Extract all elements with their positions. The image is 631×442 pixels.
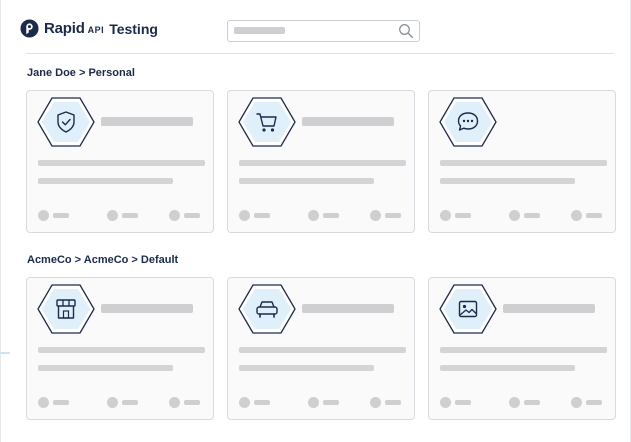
- card-stat: [239, 397, 270, 408]
- card-stat: [440, 210, 471, 221]
- card-line-skeleton: [38, 178, 173, 184]
- card-stat: [370, 397, 401, 408]
- card-title-skeleton: [101, 117, 193, 126]
- search-input[interactable]: [227, 20, 420, 42]
- card-line-skeleton: [440, 347, 607, 353]
- workspace-path-acmeco: AcmeCo > AcmeCo > Default: [27, 254, 179, 266]
- brand-rapid-text: Rapid: [44, 20, 85, 37]
- chat-bubble-icon: [439, 97, 497, 147]
- project-card[interactable]: [26, 277, 214, 420]
- search-icon[interactable]: [398, 23, 414, 39]
- brand-api-text: API: [87, 25, 105, 35]
- card-line-skeleton: [239, 160, 406, 166]
- card-line-skeleton: [239, 178, 374, 184]
- storefront-icon: [37, 284, 95, 334]
- card-line-skeleton: [38, 160, 205, 166]
- card-stat: [38, 397, 69, 408]
- card-stat: [440, 397, 471, 408]
- header-divider: [26, 53, 614, 54]
- card-line-skeleton: [440, 365, 575, 371]
- workspace-path-personal: Jane Doe > Personal: [27, 67, 135, 79]
- card-stat: [571, 210, 602, 221]
- project-card[interactable]: [26, 90, 214, 233]
- card-line-skeleton: [239, 365, 374, 371]
- card-stat: [107, 210, 138, 221]
- app-header: Rapid API Testing: [0, 0, 631, 58]
- card-stat: [509, 210, 540, 221]
- card-line-skeleton: [239, 347, 406, 353]
- card-stat: [38, 210, 69, 221]
- shield-check-icon: [37, 97, 95, 147]
- card-stat: [571, 397, 602, 408]
- card-title-skeleton: [302, 304, 394, 313]
- card-stat: [169, 210, 200, 221]
- card-stat: [308, 397, 339, 408]
- brand-product-text: Testing: [109, 20, 158, 37]
- project-card[interactable]: [227, 277, 415, 420]
- card-title-skeleton: [503, 304, 595, 313]
- project-card[interactable]: [227, 90, 415, 233]
- card-title-skeleton: [302, 117, 394, 126]
- card-line-skeleton: [440, 178, 575, 184]
- left-frame-edge: [0, 0, 1, 442]
- card-line-skeleton: [38, 347, 205, 353]
- card-line-skeleton: [440, 160, 607, 166]
- car-icon: [238, 284, 296, 334]
- card-stat: [169, 397, 200, 408]
- search-placeholder-skeleton: [234, 27, 285, 34]
- card-title-skeleton: [101, 304, 193, 313]
- card-stat: [308, 210, 339, 221]
- shopping-cart-icon: [238, 97, 296, 147]
- card-stat: [239, 210, 270, 221]
- card-stat: [370, 210, 401, 221]
- image-icon: [439, 284, 497, 334]
- project-card[interactable]: [428, 277, 616, 420]
- side-accent-mark: [0, 352, 10, 354]
- rapidapi-testing-logo[interactable]: Rapid API Testing: [20, 19, 158, 38]
- card-line-skeleton: [38, 365, 173, 371]
- card-stat: [509, 397, 540, 408]
- card-stat: [107, 397, 138, 408]
- rapidapi-logo-icon: [20, 19, 39, 38]
- project-card[interactable]: [428, 90, 616, 233]
